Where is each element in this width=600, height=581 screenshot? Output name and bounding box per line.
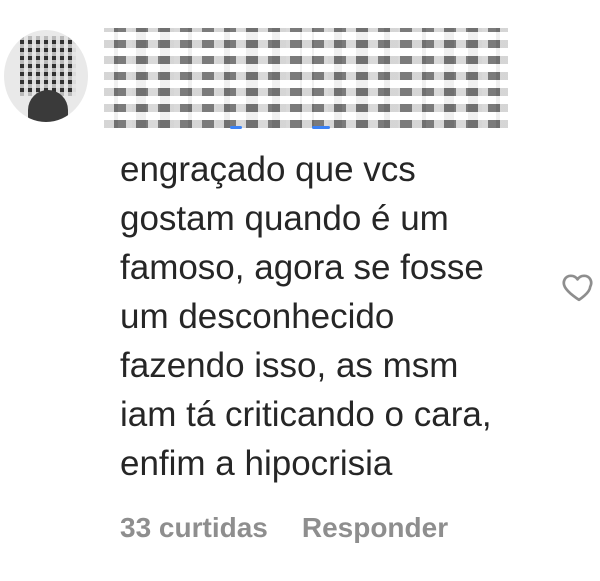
- comment-text: engraçado que vcs gostam quando é um fam…: [120, 150, 492, 483]
- comment-item: engraçado que vcs gostam quando é um fam…: [0, 0, 600, 581]
- heart-outline-icon: [562, 274, 593, 302]
- comment-meta: 33 curtidas Responder: [120, 512, 448, 544]
- pixelated-avatar-image: [20, 36, 76, 96]
- mention-fragment: [312, 126, 330, 129]
- mention-fragment: [230, 126, 242, 129]
- avatar[interactable]: [4, 30, 88, 122]
- like-button[interactable]: [560, 267, 598, 305]
- likes-count[interactable]: 33 curtidas: [120, 512, 268, 544]
- avatar-figure: [28, 90, 68, 122]
- pixelated-username[interactable]: [104, 28, 508, 128]
- reply-button[interactable]: Responder: [302, 512, 448, 544]
